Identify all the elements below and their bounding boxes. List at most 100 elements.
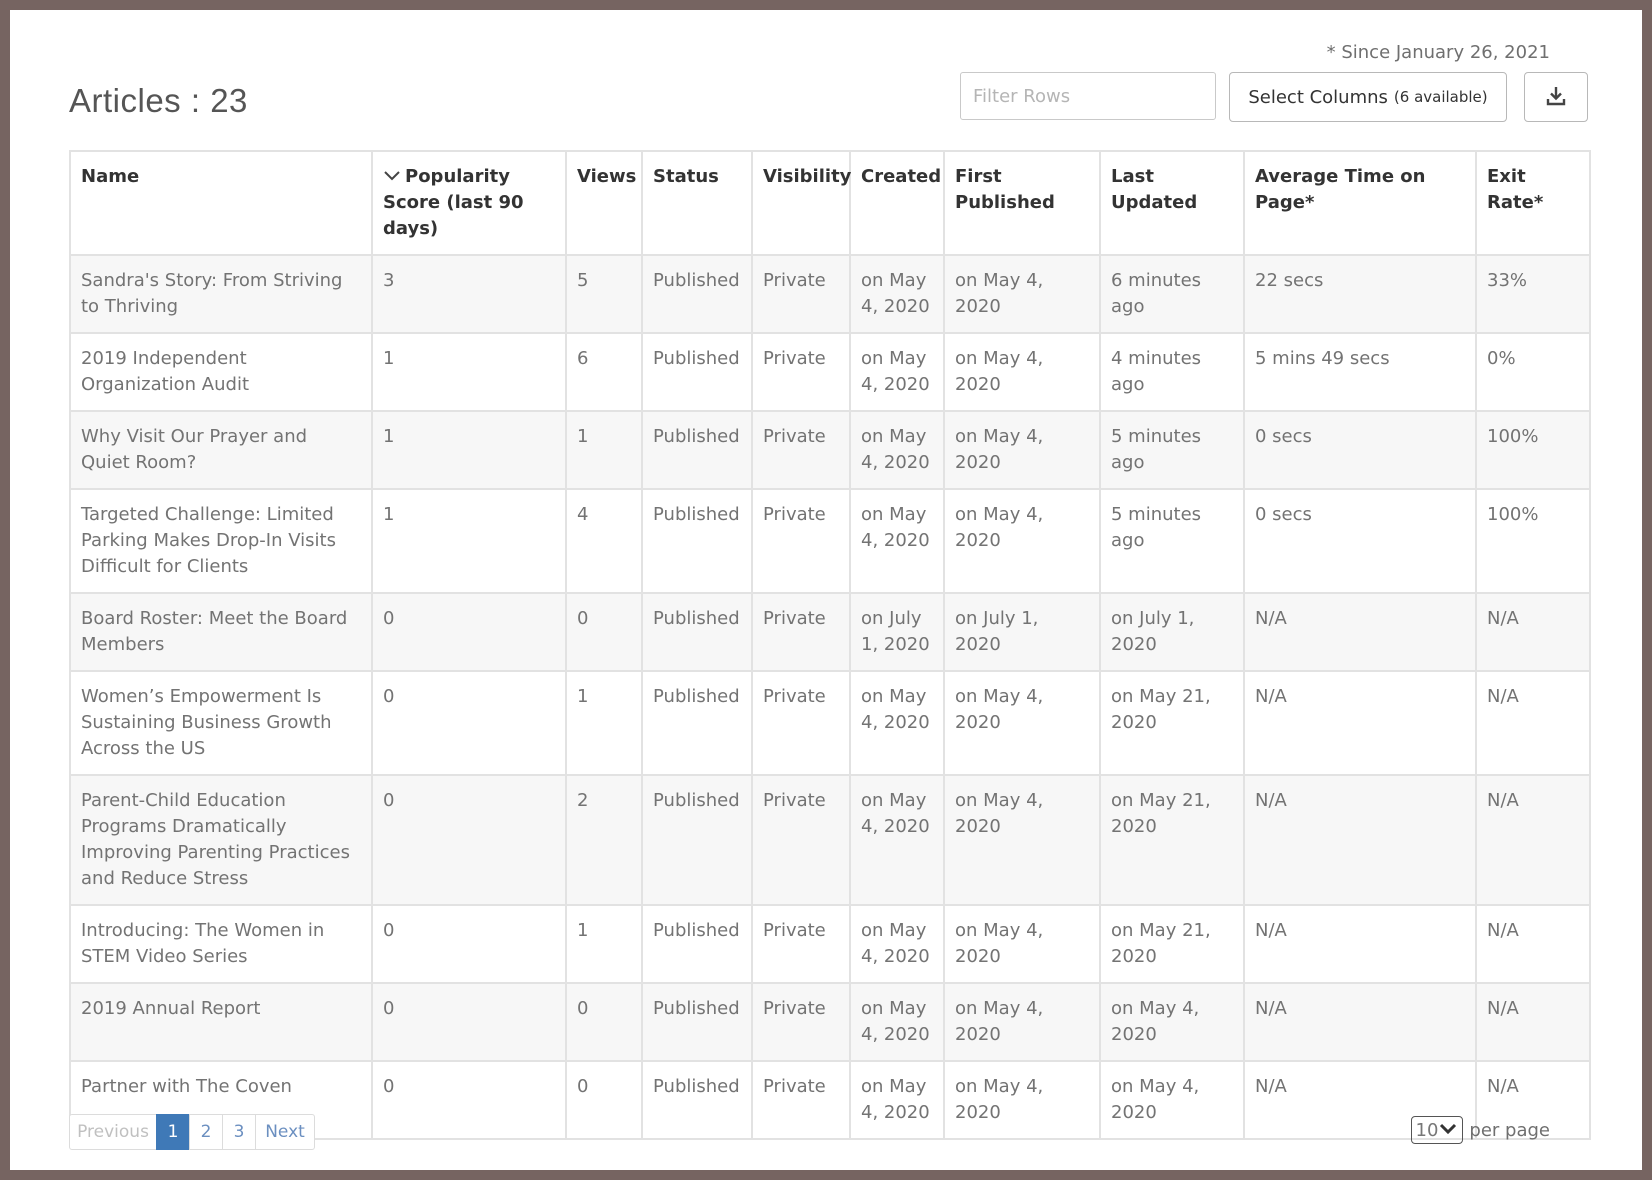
cell-last-updated: 6 minutes ago <box>1099 254 1245 334</box>
cell-exit-rate: 100% <box>1475 488 1591 594</box>
cell-created: on May 4, 2020 <box>849 254 945 334</box>
cell-status: Published <box>641 670 753 776</box>
select-columns-button[interactable]: Select Columns (6 available) <box>1229 72 1507 122</box>
page-1-button[interactable]: 1 <box>156 1114 190 1150</box>
page-3-button[interactable]: 3 <box>222 1114 256 1150</box>
column-header-first-published[interactable]: First Published <box>943 150 1101 256</box>
per-page-value: 10 <box>1415 1119 1439 1141</box>
cell-first-published: on May 4, 2020 <box>943 488 1101 594</box>
cell-visibility: Private <box>751 774 851 906</box>
cell-visibility: Private <box>751 410 851 490</box>
cell-views: 0 <box>565 1060 643 1140</box>
download-button[interactable] <box>1524 72 1588 122</box>
cell-first-published: on May 4, 2020 <box>943 254 1101 334</box>
cell-first-published: on May 4, 2020 <box>943 670 1101 776</box>
cell-average-time-on-page: 5 mins 49 secs <box>1243 332 1477 412</box>
cell-first-published: on July 1, 2020 <box>943 592 1101 672</box>
cell-exit-rate: N/A <box>1475 670 1591 776</box>
per-page-control: 10 per page <box>1410 1116 1550 1144</box>
cell-average-time-on-page: 22 secs <box>1243 254 1477 334</box>
cell-last-updated: 4 minutes ago <box>1099 332 1245 412</box>
column-header-last-updated[interactable]: Last Updated <box>1099 150 1245 256</box>
cell-popularity-score: 3 <box>371 254 567 334</box>
cell-visibility: Private <box>751 904 851 984</box>
cell-created: on May 4, 2020 <box>849 1060 945 1140</box>
cell-popularity-score: 1 <box>371 332 567 412</box>
table-row: 2019 Annual Report 0 0 Published Private… <box>69 982 1591 1062</box>
cell-exit-rate: N/A <box>1475 982 1591 1062</box>
cell-first-published: on May 4, 2020 <box>943 904 1101 984</box>
cell-views: 2 <box>565 774 643 906</box>
cell-popularity-score: 1 <box>371 488 567 594</box>
cell-name[interactable]: Parent-Child Education Programs Dramatic… <box>69 774 373 906</box>
table-row: Women’s Empowerment Is Sustaining Busine… <box>69 670 1591 776</box>
cell-status: Published <box>641 774 753 906</box>
cell-created: on May 4, 2020 <box>849 982 945 1062</box>
articles-table: Name Popularity Score (last 90 days) Vie… <box>69 150 1591 1140</box>
filter-rows-input[interactable] <box>960 72 1216 120</box>
cell-exit-rate: 33% <box>1475 254 1591 334</box>
cell-average-time-on-page: N/A <box>1243 774 1477 906</box>
table-row: Targeted Challenge: Limited Parking Make… <box>69 488 1591 594</box>
cell-average-time-on-page: N/A <box>1243 982 1477 1062</box>
cell-exit-rate: N/A <box>1475 904 1591 984</box>
column-header-status[interactable]: Status <box>641 150 753 256</box>
cell-exit-rate: N/A <box>1475 774 1591 906</box>
table-row: Board Roster: Meet the Board Members 0 0… <box>69 592 1591 672</box>
cell-status: Published <box>641 254 753 334</box>
next-page-button[interactable]: Next <box>255 1114 315 1150</box>
cell-first-published: on May 4, 2020 <box>943 774 1101 906</box>
cell-created: on May 4, 2020 <box>849 410 945 490</box>
cell-name[interactable]: Board Roster: Meet the Board Members <box>69 592 373 672</box>
cell-name[interactable]: Women’s Empowerment Is Sustaining Busine… <box>69 670 373 776</box>
cell-name[interactable]: Targeted Challenge: Limited Parking Make… <box>69 488 373 594</box>
cell-visibility: Private <box>751 332 851 412</box>
cell-created: on May 4, 2020 <box>849 332 945 412</box>
cell-views: 5 <box>565 254 643 334</box>
cell-visibility: Private <box>751 982 851 1062</box>
cell-last-updated: on May 21, 2020 <box>1099 670 1245 776</box>
cell-average-time-on-page: N/A <box>1243 904 1477 984</box>
cell-created: on May 4, 2020 <box>849 904 945 984</box>
cell-name[interactable]: 2019 Annual Report <box>69 982 373 1062</box>
table-row: Introducing: The Women in STEM Video Ser… <box>69 904 1591 984</box>
per-page-label: per page <box>1469 1119 1550 1141</box>
column-header-exit-rate[interactable]: Exit Rate* <box>1475 150 1591 256</box>
column-header-name[interactable]: Name <box>69 150 373 256</box>
column-header-visibility[interactable]: Visibility <box>751 150 851 256</box>
cell-views: 6 <box>565 332 643 412</box>
per-page-select[interactable]: 10 <box>1410 1116 1464 1144</box>
cell-last-updated: on May 21, 2020 <box>1099 774 1245 906</box>
cell-created: on July 1, 2020 <box>849 592 945 672</box>
cell-views: 1 <box>565 670 643 776</box>
cell-status: Published <box>641 982 753 1062</box>
cell-views: 1 <box>565 410 643 490</box>
cell-last-updated: on May 21, 2020 <box>1099 904 1245 984</box>
cell-popularity-score: 0 <box>371 1060 567 1140</box>
column-header-created[interactable]: Created <box>849 150 945 256</box>
column-header-average-time-on-page[interactable]: Average Time on Page* <box>1243 150 1477 256</box>
cell-popularity-score: 1 <box>371 410 567 490</box>
cell-visibility: Private <box>751 670 851 776</box>
cell-visibility: Private <box>751 592 851 672</box>
table-row: Sandra's Story: From Striving to Thrivin… <box>69 254 1591 334</box>
cell-name[interactable]: Sandra's Story: From Striving to Thrivin… <box>69 254 373 334</box>
cell-views: 1 <box>565 904 643 984</box>
cell-popularity-score: 0 <box>371 904 567 984</box>
cell-created: on May 4, 2020 <box>849 670 945 776</box>
cell-name[interactable]: Introducing: The Women in STEM Video Ser… <box>69 904 373 984</box>
column-header-views[interactable]: Views <box>565 150 643 256</box>
chevron-down-icon <box>1438 1120 1458 1141</box>
cell-last-updated: on July 1, 2020 <box>1099 592 1245 672</box>
cell-visibility: Private <box>751 488 851 594</box>
cell-name[interactable]: Why Visit Our Prayer and Quiet Room? <box>69 410 373 490</box>
cell-first-published: on May 4, 2020 <box>943 410 1101 490</box>
cell-popularity-score: 0 <box>371 670 567 776</box>
cell-name[interactable]: 2019 Independent Organization Audit <box>69 332 373 412</box>
column-header-popularity-score[interactable]: Popularity Score (last 90 days) <box>371 150 567 256</box>
page-2-button[interactable]: 2 <box>189 1114 223 1150</box>
pagination: Previous 1 2 3 Next <box>69 1114 315 1152</box>
previous-page-button[interactable]: Previous <box>69 1114 157 1150</box>
cell-status: Published <box>641 332 753 412</box>
cell-status: Published <box>641 592 753 672</box>
